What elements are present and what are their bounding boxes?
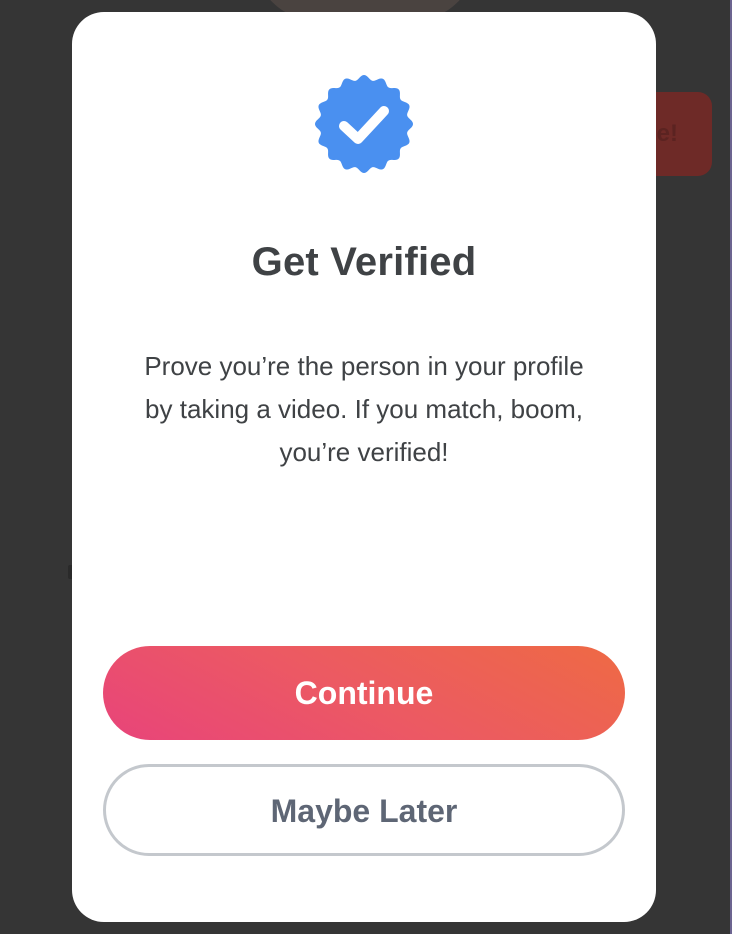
verification-modal: Get Verified Prove you’re the person in … [72,12,656,922]
continue-button[interactable]: Continue [103,646,625,740]
modal-description: Prove you’re the person in your profile … [144,351,584,467]
maybe-later-button[interactable]: Maybe Later [103,764,625,856]
modal-title: Get Verified [251,240,477,284]
verified-badge-icon [315,75,413,173]
